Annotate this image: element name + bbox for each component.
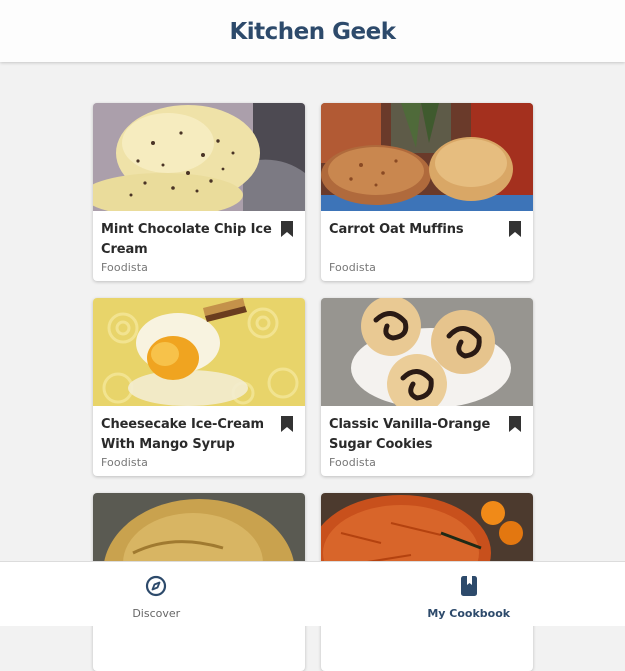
recipe-title: Classic Vanilla-Orange Sugar Cookies [329,415,503,455]
compass-icon [144,574,168,598]
recipe-card[interactable]: Mint Chocolate Chip Ice Cream Foodista [93,103,305,281]
recipe-source: Foodista [329,456,376,469]
bookmark-icon[interactable] [281,416,293,432]
nav-label-my-cookbook: My Cookbook [427,607,510,620]
recipe-source: Foodista [329,261,376,274]
nav-item-discover[interactable]: Discover [0,562,313,626]
recipe-image [321,298,533,406]
app-header: Kitchen Geek [0,0,625,62]
recipe-image [93,298,305,406]
recipe-title: Cheesecake Ice-Cream With Mango Syrup [101,415,275,455]
recipe-card[interactable]: Carrot Oat Muffins Foodista [321,103,533,281]
recipe-card[interactable]: Classic Vanilla-Orange Sugar Cookies Foo… [321,298,533,476]
recipe-source: Foodista [101,261,148,274]
recipe-card[interactable]: Cheesecake Ice-Cream With Mango Syrup Fo… [93,298,305,476]
recipe-source: Foodista [101,456,148,469]
nav-label-discover: Discover [132,607,180,620]
bookmark-icon[interactable] [281,221,293,237]
app-title: Kitchen Geek [229,19,395,45]
cookbook-icon [457,574,481,598]
bookmark-icon[interactable] [509,416,521,432]
bookmark-icon[interactable] [509,221,521,237]
recipe-title: Carrot Oat Muffins [329,220,503,240]
nav-item-my-cookbook[interactable]: My Cookbook [313,562,625,626]
bottom-nav: Discover My Cookbook [0,561,625,626]
recipe-image [321,103,533,211]
recipe-title: Mint Chocolate Chip Ice Cream [101,220,275,260]
recipe-image [93,103,305,211]
